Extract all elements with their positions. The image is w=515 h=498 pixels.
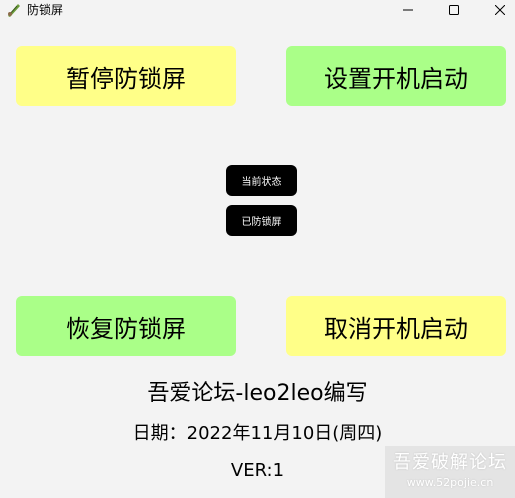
title-bar: 防锁屏 [0,0,515,20]
date-label: 日期：2022年11月10日(周四) [132,423,383,444]
watermark-text: 吾爱破解论坛 [393,452,507,473]
app-feather-icon [6,2,22,18]
resume-lock-prevention-button[interactable]: 恢复防锁屏 [16,296,236,356]
minimize-button[interactable] [388,0,428,20]
set-startup-button[interactable]: 设置开机启动 [286,46,506,106]
close-icon [495,5,505,15]
maximize-icon [449,5,459,15]
current-status-button[interactable]: 当前状态 [226,165,297,196]
status-value-button[interactable]: 已防锁屏 [226,205,297,236]
close-button[interactable] [480,0,515,20]
cancel-startup-button[interactable]: 取消开机启动 [286,296,506,356]
watermark-url: www.52pojie.cn [406,476,494,489]
pause-lock-prevention-button[interactable]: 暂停防锁屏 [16,46,236,106]
author-label: 吾爱论坛-leo2leo编写 [147,381,368,406]
watermark: 吾爱破解论坛 www.52pojie.cn [385,446,515,498]
window-title: 防锁屏 [27,3,64,17]
minimize-icon [403,9,413,11]
maximize-button[interactable] [434,0,474,20]
